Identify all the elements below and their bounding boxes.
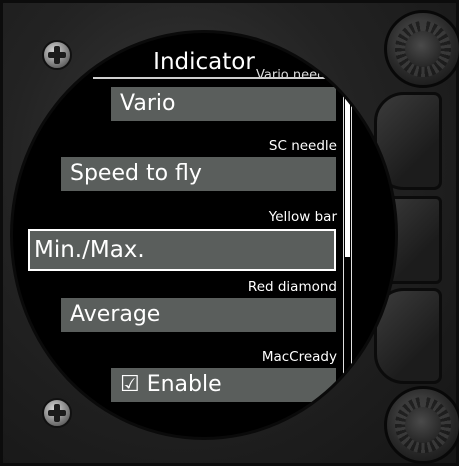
setting-label-vario-needle: Vario needle [256,68,337,83]
setting-label-yellow-bar: Yellow bar [268,209,337,225]
setting-label-sc-needle: SC needle [268,138,337,154]
red-diamond-field[interactable]: Average [61,298,336,332]
scrollbar-thumb[interactable] [345,89,350,257]
top-rotary-knob[interactable] [384,10,459,88]
display-screen: Indicator Vario needle Vario SC needle S… [10,30,398,440]
yellow-bar-field[interactable]: Min./Max. [28,229,336,271]
maccready-enable-checkbox[interactable]: ☑ Enable [111,368,336,402]
setting-label-red-diamond: Red diamond [247,279,337,295]
settings-list: Vario needle Vario SC needle Speed to fl… [13,33,395,437]
vario-needle-field[interactable]: Vario [111,87,336,121]
title-divider [93,77,355,79]
setting-label-maccready: MacCready [261,349,337,365]
bottom-rotary-knob[interactable] [384,386,459,464]
sc-needle-field[interactable]: Speed to fly [61,157,336,191]
